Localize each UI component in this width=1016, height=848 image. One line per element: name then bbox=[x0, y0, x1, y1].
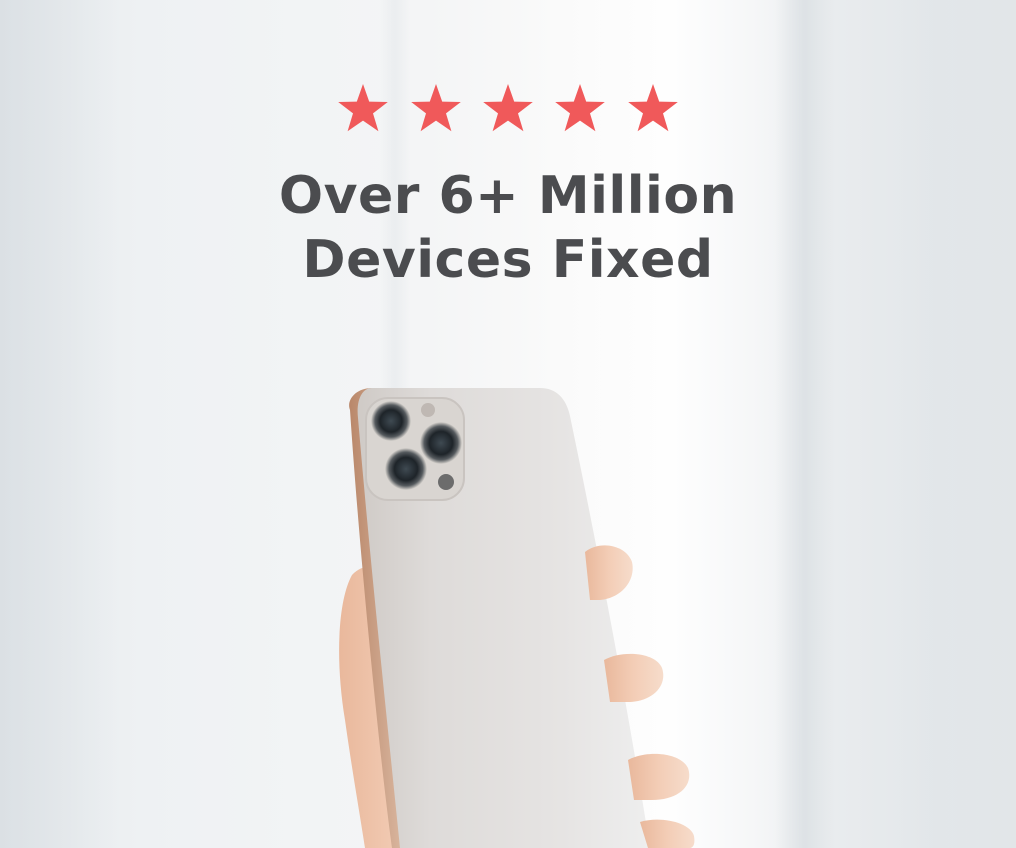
star-icon bbox=[627, 82, 679, 132]
star-icon bbox=[482, 82, 534, 132]
star-icon bbox=[337, 82, 389, 132]
star-rating bbox=[0, 82, 1016, 132]
headline-line-2: Devices Fixed bbox=[302, 230, 714, 290]
star-icon bbox=[410, 82, 462, 132]
star-icon bbox=[554, 82, 606, 132]
headline-line-1: Over 6+ Million bbox=[278, 166, 738, 226]
headline: Over 6+ Million Devices Fixed bbox=[0, 164, 1016, 292]
